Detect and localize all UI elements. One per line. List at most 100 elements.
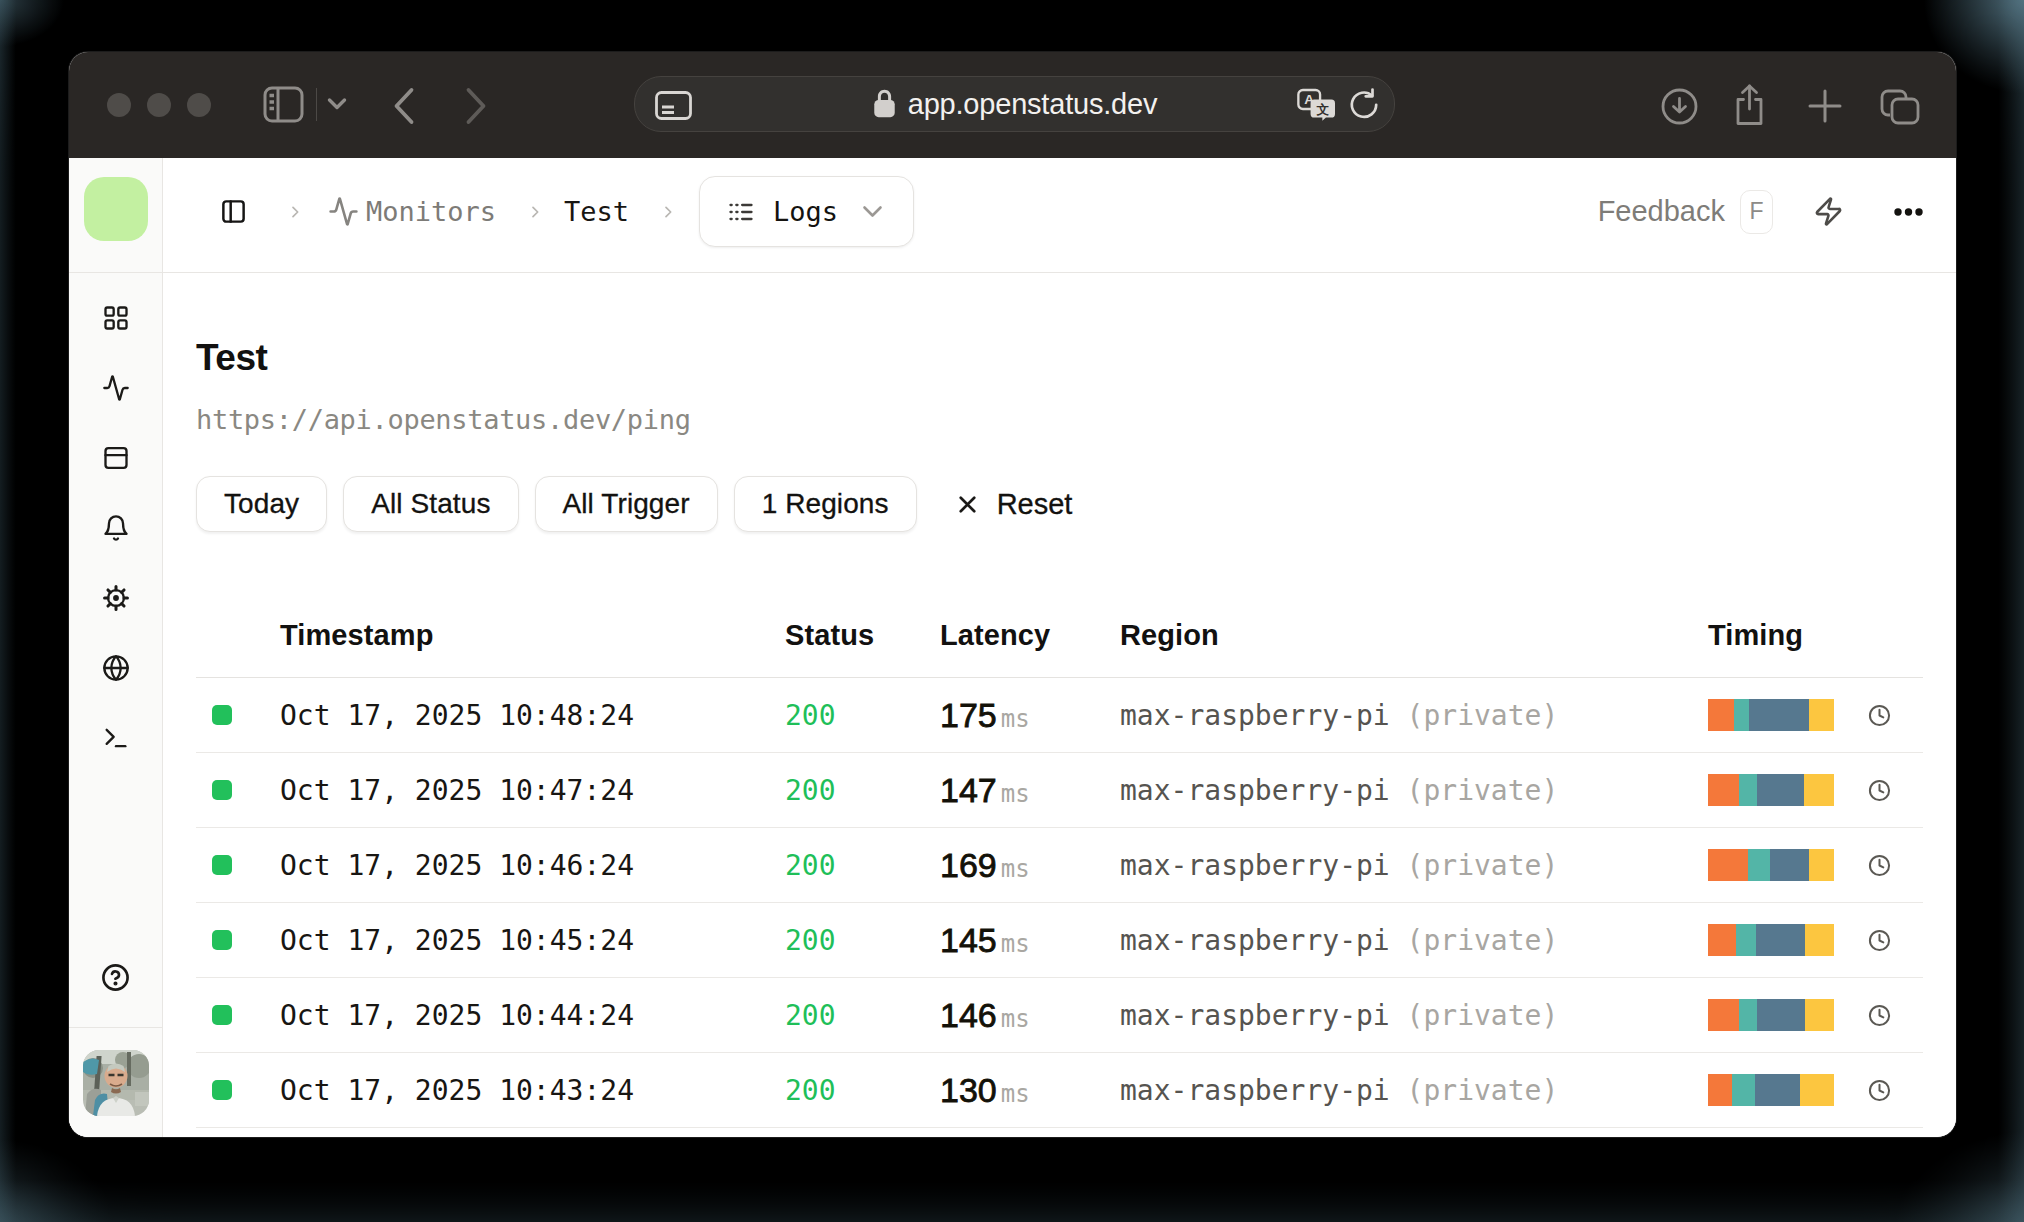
clock-icon[interactable] (1868, 1004, 1891, 1027)
timing-segment-ttfb (1804, 774, 1834, 806)
chevron-down-icon (862, 205, 883, 218)
log-timestamp: Oct 17, 2025 10:45:24 (280, 924, 785, 957)
user-avatar[interactable] (83, 1050, 149, 1116)
timing-segment-tls (1757, 999, 1805, 1031)
log-region: max-raspberry-pi (private) (1120, 1074, 1708, 1107)
clock-icon[interactable] (1868, 1079, 1891, 1102)
breadcrumb-monitor-name[interactable]: Test (564, 196, 629, 227)
tab-overview-icon[interactable] (1880, 88, 1920, 125)
column-header-status: Status (785, 619, 940, 652)
main-column: Monitors Test Logs Feedback (163, 158, 1956, 1137)
log-row[interactable]: Oct 17, 2025 10:47:24 200 147 ms max-ras… (196, 753, 1923, 828)
share-icon[interactable] (1733, 84, 1766, 126)
status-ok-dot (212, 930, 232, 950)
page-content: Test https://api.openstatus.dev/ping Tod… (163, 273, 1956, 1137)
timing-segment-connect (1739, 999, 1757, 1031)
chevron-right-icon (287, 204, 303, 220)
log-status-code: 200 (785, 924, 940, 957)
page-settings-icon[interactable] (655, 91, 692, 120)
log-row[interactable]: Oct 17, 2025 10:43:24 200 130 ms max-ras… (196, 1053, 1923, 1128)
url-display: app.openstatus.dev (635, 88, 1394, 121)
timing-segment-dns (1708, 849, 1748, 881)
sidebar-item-status-pages-icon[interactable] (102, 444, 130, 472)
log-row[interactable]: Oct 17, 2025 10:44:24 200 146 ms max-ras… (196, 978, 1923, 1053)
log-latency-value: 145 (940, 921, 997, 960)
feedback-button[interactable]: Feedback (1598, 195, 1725, 228)
timing-bar (1708, 849, 1834, 881)
timing-segment-dns (1708, 924, 1736, 956)
timing-segment-connect (1734, 699, 1748, 731)
log-status-code: 200 (785, 999, 940, 1032)
filter-button-1-regions[interactable]: 1 Regions (734, 476, 917, 532)
log-latency-unit: ms (1001, 855, 1030, 883)
feedback-kbd-badge: F (1740, 190, 1773, 234)
sidebar-item-dashboard-icon[interactable] (102, 304, 130, 332)
new-tab-icon[interactable] (1807, 88, 1843, 124)
sidebar-item-domains-icon[interactable] (102, 654, 130, 682)
panel-left-toggle-icon[interactable] (220, 198, 247, 225)
chevron-right-icon (660, 204, 676, 220)
column-header-timing: Timing (1708, 619, 1923, 652)
log-region-visibility: (private) (1407, 774, 1559, 807)
status-ok-dot (212, 1005, 232, 1025)
timing-bar (1708, 999, 1834, 1031)
log-row[interactable]: Oct 17, 2025 10:45:24 200 145 ms max-ras… (196, 903, 1923, 978)
log-region-visibility: (private) (1407, 1074, 1559, 1107)
view-selector-button[interactable]: Logs (699, 176, 914, 247)
activity-icon (328, 196, 359, 227)
address-bar[interactable]: app.openstatus.dev A 文 (634, 76, 1395, 132)
sidebar-item-settings-icon[interactable] (102, 584, 130, 612)
page-header: Monitors Test Logs Feedback (163, 158, 1956, 273)
clock-icon[interactable] (1868, 854, 1891, 877)
reload-icon[interactable] (1348, 87, 1380, 121)
sidebar-menu-chevron-icon[interactable] (327, 97, 347, 111)
log-status-code: 200 (785, 774, 940, 807)
reset-filters-button[interactable]: Reset (954, 488, 1073, 521)
timing-bar (1708, 774, 1834, 806)
downloads-icon[interactable] (1661, 88, 1698, 125)
zap-icon[interactable] (1813, 196, 1844, 227)
log-latency-value: 147 (940, 771, 997, 810)
status-ok-dot (212, 780, 232, 800)
log-timestamp: Oct 17, 2025 10:47:24 (280, 774, 785, 807)
log-region: max-raspberry-pi (private) (1120, 699, 1708, 732)
workspace-avatar[interactable] (84, 177, 148, 241)
clock-icon[interactable] (1868, 929, 1891, 952)
clock-icon[interactable] (1868, 704, 1891, 727)
browser-sidebar-toggle-icon[interactable] (263, 86, 304, 123)
timing-segment-dns (1708, 774, 1739, 806)
timing-segment-dns (1708, 699, 1734, 731)
log-row[interactable]: Oct 17, 2025 10:46:24 200 169 ms max-ras… (196, 828, 1923, 903)
minimize-button[interactable] (147, 93, 171, 117)
log-row[interactable]: Oct 17, 2025 10:48:24 200 175 ms max-ras… (196, 678, 1923, 753)
page-title: Test (196, 338, 1923, 378)
timing-bar (1708, 924, 1834, 956)
back-button-icon[interactable] (393, 87, 415, 125)
lock-icon (872, 88, 897, 119)
zoom-button[interactable] (187, 93, 211, 117)
user-cell (69, 1027, 162, 1137)
filter-button-today[interactable]: Today (196, 476, 327, 532)
log-timestamp: Oct 17, 2025 10:48:24 (280, 699, 785, 732)
translate-icon[interactable]: A 文 (1297, 87, 1335, 122)
sidebar-item-cli-icon[interactable] (102, 724, 130, 752)
log-timestamp: Oct 17, 2025 10:43:24 (280, 1074, 785, 1107)
clock-icon[interactable] (1868, 779, 1891, 802)
log-status-code: 200 (785, 1074, 940, 1107)
close-button[interactable] (107, 93, 131, 117)
status-ok-dot (212, 855, 232, 875)
log-status-code: 200 (785, 699, 940, 732)
breadcrumb-monitors[interactable]: Monitors (366, 196, 496, 227)
filter-button-all-status[interactable]: All Status (343, 476, 518, 532)
sidebar-item-notifications-icon[interactable] (102, 514, 130, 542)
more-menu-icon[interactable] (1894, 207, 1923, 217)
forward-button-icon[interactable] (465, 87, 487, 125)
header-actions: Feedback F (1598, 190, 1923, 234)
svg-text:文: 文 (1315, 101, 1329, 116)
sidebar-item-monitors-icon[interactable] (102, 374, 130, 402)
filter-button-all-trigger[interactable]: All Trigger (535, 476, 718, 532)
log-latency-value: 175 (940, 696, 997, 735)
log-region-visibility: (private) (1407, 699, 1559, 732)
column-header-region: Region (1120, 619, 1708, 652)
help-icon[interactable] (101, 963, 130, 992)
